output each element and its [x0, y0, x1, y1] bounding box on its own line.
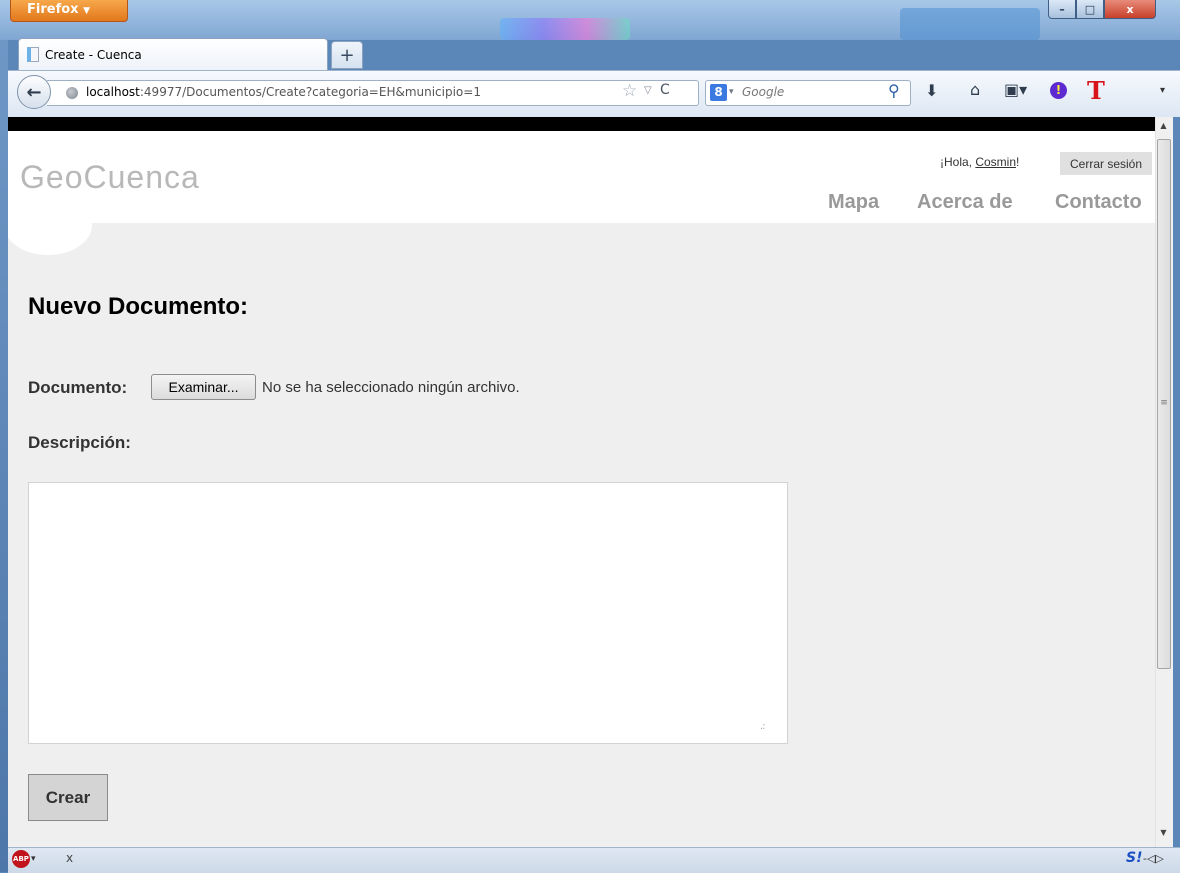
firefox-menu-button[interactable]: Firefox ▼ [10, 0, 128, 22]
google-engine-icon[interactable]: 8 [710, 84, 727, 101]
site-title[interactable]: GeoCuenca [20, 159, 200, 196]
home-icon[interactable]: ⌂ [970, 80, 980, 99]
firefox-menu-label: Firefox [27, 2, 79, 17]
adblock-icon[interactable]: ABP [12, 850, 30, 868]
nav-link-contacto[interactable]: Contacto [1055, 191, 1142, 214]
tab-title: Create - Cuenca [45, 47, 142, 62]
resize-grip-icon[interactable]: .: [760, 721, 765, 732]
close-icon: x [1126, 2, 1134, 16]
search-placeholder: Google [742, 85, 785, 99]
greeting-prefix: ¡Hola, [940, 155, 976, 169]
minimize-icon: – [1059, 2, 1065, 16]
engine-dropdown-icon[interactable]: ▾ [729, 87, 734, 97]
browse-file-button[interactable]: Examinar... [151, 374, 256, 400]
create-submit-button[interactable]: Crear [28, 774, 108, 821]
new-tab-button[interactable]: + [331, 41, 363, 69]
t-addon-icon[interactable]: T [1087, 76, 1105, 105]
greeting-suffix: ! [1016, 155, 1020, 169]
chevron-down-icon: ▼ [83, 6, 90, 16]
scroll-down-icon[interactable]: ▼ [1155, 828, 1172, 837]
nav-link-mapa[interactable]: Mapa [828, 191, 879, 214]
back-arrow-icon: ← [26, 81, 42, 103]
page-content: GeoCuenca ¡Hola, Cosmin! Cerrar sesión M… [8, 131, 1155, 847]
status-bar [8, 847, 1180, 873]
bookmarks-menu-icon[interactable]: ▣▾ [1004, 80, 1027, 99]
page-icon [27, 47, 39, 62]
url-path: :49977/Documentos/Create?categoria=EH&mu… [139, 85, 481, 99]
site-identity-globe-icon[interactable] [66, 87, 78, 99]
username-link[interactable]: Cosmin [975, 155, 1016, 169]
description-textarea[interactable] [28, 482, 788, 744]
toolbar-overflow-icon[interactable]: ▾ [1160, 85, 1165, 96]
maximize-button[interactable]: □ [1076, 0, 1104, 19]
url-text[interactable]: localhost:49977/Documentos/Create?catego… [86, 85, 481, 99]
scroll-up-icon[interactable]: ▲ [1155, 121, 1172, 130]
plugin-icon[interactable]: -◁▷ [1143, 852, 1164, 865]
maximize-icon: □ [1084, 2, 1096, 16]
minimize-button[interactable]: – [1048, 0, 1076, 19]
tab-create-cuenca[interactable]: Create - Cuenca [18, 38, 328, 70]
no-file-selected-text: No se ha seleccionado ningún archivo. [262, 379, 520, 396]
addon-alert-icon[interactable]: ! [1050, 82, 1067, 99]
history-dropdown-icon[interactable]: ▽ [644, 85, 652, 96]
close-addon-bar-icon[interactable]: x [66, 851, 73, 865]
window-title-bar [0, 0, 1180, 40]
url-host: localhost [86, 85, 140, 99]
scrollbar-grip-icon: ≡ [1160, 398, 1168, 408]
user-greeting: ¡Hola, Cosmin! [940, 155, 1019, 169]
search-box[interactable] [705, 80, 911, 106]
close-window-button[interactable]: x [1104, 0, 1156, 19]
header-decoration [8, 195, 92, 255]
adblock-dropdown-icon[interactable]: ▾ [31, 854, 36, 864]
reload-icon[interactable]: C [660, 82, 670, 98]
window-frame-left [0, 40, 8, 872]
logout-button[interactable]: Cerrar sesión [1060, 152, 1152, 175]
plus-icon: + [339, 44, 355, 66]
back-button[interactable]: ← [17, 75, 51, 109]
nav-link-acerca-de[interactable]: Acerca de [917, 191, 1013, 214]
seo-addon-icon[interactable]: S! [1126, 850, 1142, 866]
document-label: Documento: [28, 378, 128, 397]
page-top-strip [8, 117, 1155, 131]
search-icon[interactable]: ⚲ [888, 81, 900, 100]
window-controls: – □ x [1048, 0, 1156, 20]
download-icon[interactable]: ⬇ [925, 81, 938, 100]
page-title: Nuevo Documento: [28, 293, 249, 320]
description-label: Descripción: [28, 433, 131, 452]
bookmark-star-icon[interactable]: ☆ [622, 81, 637, 101]
